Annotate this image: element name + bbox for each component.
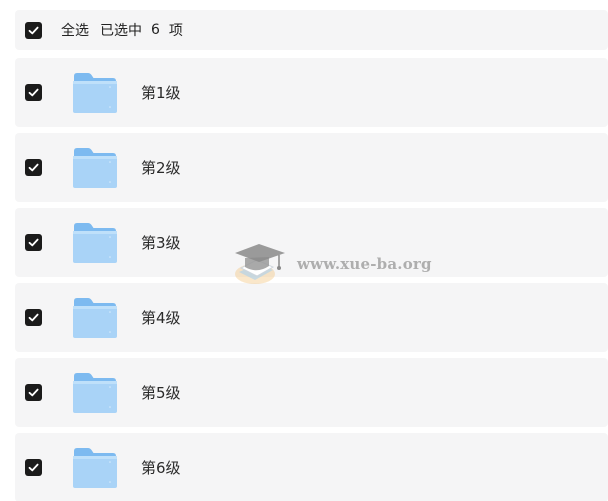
folder-name[interactable]: 第2级 — [141, 157, 181, 178]
select-all-bar: 全选 已选中 6 项 — [15, 10, 608, 50]
folder-icon — [72, 72, 118, 114]
checkmark-icon — [28, 313, 39, 322]
folder-row-1[interactable]: 第1级 — [15, 58, 608, 127]
select-all-checkbox[interactable] — [25, 21, 42, 39]
row-checkbox[interactable] — [25, 159, 42, 176]
file-selection-page: 全选 已选中 6 项 第1级 第2级 第3级 第4级 第5级 第6级 www.x… — [0, 0, 608, 501]
folder-name[interactable]: 第5级 — [141, 382, 181, 403]
selected-suffix: 项 — [168, 23, 183, 39]
selection-summary: 全选 已选中 6 项 — [61, 20, 183, 40]
folder-icon — [72, 147, 118, 189]
checkmark-icon — [28, 163, 39, 172]
folder-row-3[interactable]: 第3级 — [15, 208, 608, 277]
folder-icon — [72, 372, 118, 414]
folder-row-2[interactable]: 第2级 — [15, 133, 608, 202]
folder-row-6[interactable]: 第6级 — [15, 433, 608, 501]
folder-icon — [72, 222, 118, 264]
folder-list: 第1级 第2级 第3级 第4级 第5级 第6级 — [15, 58, 608, 501]
checkmark-icon — [28, 88, 39, 97]
folder-row-5[interactable]: 第5级 — [15, 358, 608, 427]
selected-count: 6 — [151, 22, 160, 38]
folder-name[interactable]: 第3级 — [141, 232, 181, 253]
row-checkbox[interactable] — [25, 459, 42, 476]
folder-icon — [72, 297, 118, 339]
checkmark-icon — [28, 388, 39, 397]
folder-name[interactable]: 第1级 — [141, 82, 181, 103]
row-checkbox[interactable] — [25, 309, 42, 326]
folder-icon — [72, 447, 118, 489]
row-checkbox[interactable] — [25, 384, 42, 401]
select-all-label[interactable]: 全选 — [61, 20, 89, 40]
checkmark-icon — [28, 26, 39, 34]
row-checkbox[interactable] — [25, 234, 42, 251]
folder-name[interactable]: 第4级 — [141, 307, 181, 328]
row-checkbox[interactable] — [25, 84, 42, 101]
checkmark-icon — [28, 238, 39, 247]
checkmark-icon — [28, 463, 39, 472]
selected-prefix: 已选中 — [100, 23, 142, 39]
folder-name[interactable]: 第6级 — [141, 457, 181, 478]
folder-row-4[interactable]: 第4级 — [15, 283, 608, 352]
